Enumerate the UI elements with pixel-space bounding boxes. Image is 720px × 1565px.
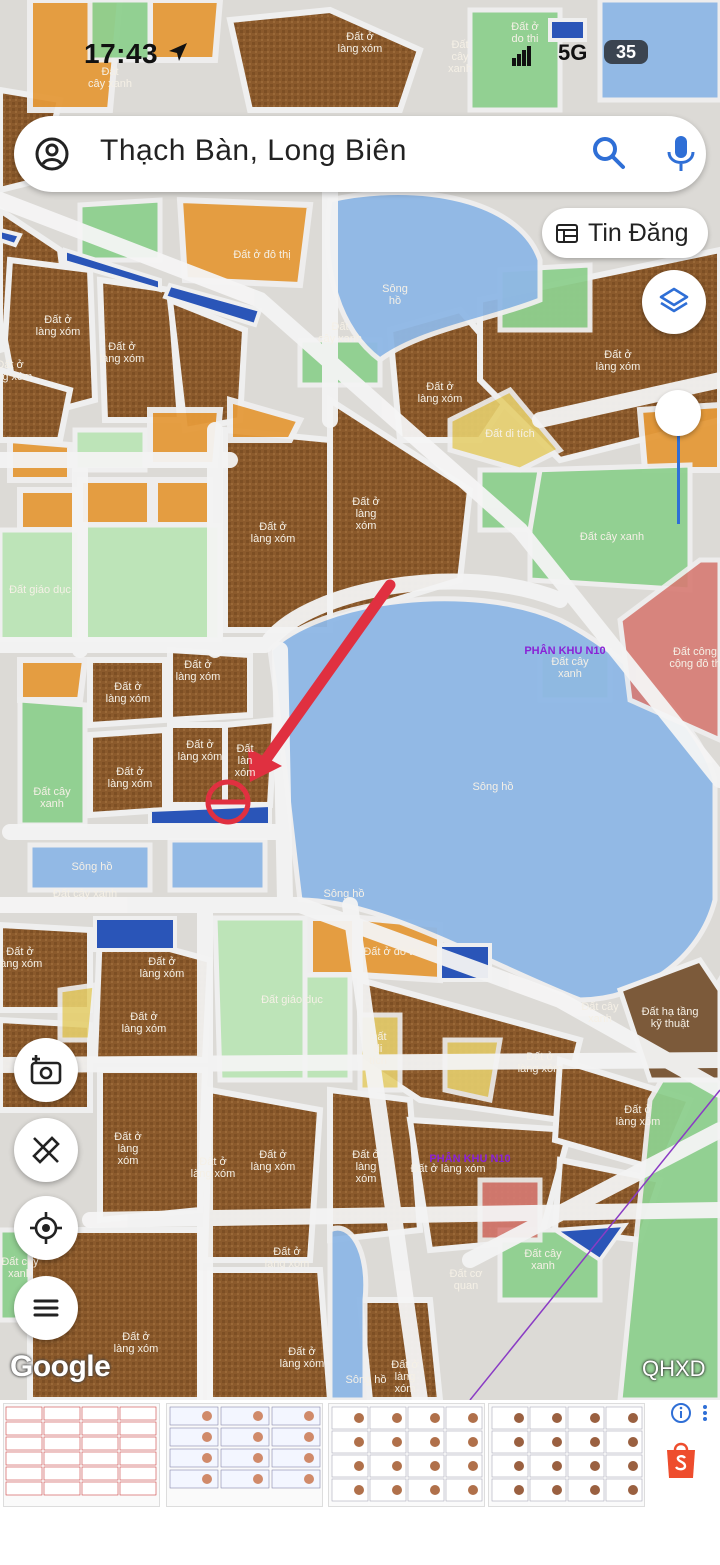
layers-icon [659,287,689,313]
bottom-area [0,1508,720,1565]
my-location-button[interactable] [14,1196,78,1260]
map-label: Đất làn xóm [235,743,256,779]
map-label: Đất ở làng xóm [391,1359,418,1395]
map-label: Đất cây xanh [53,888,117,900]
network-type: 5G [558,40,588,65]
map-label: Sông hồ [346,1374,387,1386]
ad-banner[interactable] [0,1400,720,1508]
map-label: Đất giáo dục [261,994,323,1006]
my-location-icon [30,1212,62,1244]
account-icon[interactable] [34,136,70,172]
map-label: Đất cây xanh [580,531,644,543]
ad-product-image[interactable] [166,1403,323,1507]
ad-thumbnail-graphic [491,1406,643,1502]
source-attribution: QHXD [642,1356,706,1381]
google-attribution: Google [10,1350,111,1383]
status-bar: 17:43 5G 35 [0,0,720,100]
ad-product-image[interactable] [3,1403,160,1507]
menu-button[interactable] [14,1276,78,1340]
calendar-icon [556,224,578,243]
map-label: Sông hồ [473,781,514,793]
map-label: Sông hồ [72,861,113,873]
battery-indicator: 35 [604,40,648,64]
ad-thumbnail-graphic [169,1406,321,1489]
shopee-logo-icon[interactable] [664,1440,698,1480]
camera-button[interactable] [14,1038,78,1102]
tin-dang-label: Tin Đăng [588,219,689,247]
location-services-icon [169,43,187,61]
search-input[interactable]: Thạch Bàn, Long Biên [100,134,407,168]
ad-thumbnail-graphic [331,1406,483,1502]
microphone-icon[interactable] [666,134,696,172]
tin-dang-button[interactable]: Tin Đăng [542,208,708,258]
camera-plus-icon [30,1055,62,1085]
zone-label: PHÂN KHU N10 [429,1152,510,1165]
map-label: Đất ở làng xóm [114,1131,141,1167]
measure-button[interactable] [14,1118,78,1182]
map-label: Đất ở đô thị [233,249,290,261]
menu-icon [33,1299,59,1317]
status-time: 17:43 [84,38,159,69]
map-label: Đất giáo dục [9,584,71,596]
ad-product-image[interactable] [328,1403,485,1507]
search-icon[interactable] [592,136,626,170]
ad-thumbnail-graphic [5,1406,157,1496]
layers-button[interactable] [642,270,706,334]
search-bar[interactable]: Thạch Bàn, Long Biên [14,116,706,192]
map-label: Đất công cộng đô th [669,646,720,670]
cellular-signal-icon [512,46,531,66]
map-label: Đất di tích [485,428,535,440]
map-label: Đất ở đô thị [363,946,420,958]
opacity-slider-handle[interactable] [655,390,701,436]
measure-icon [32,1136,60,1164]
ad-info-icon[interactable] [670,1402,712,1424]
map-label: Đất ở làng xóm [352,496,379,532]
zone-label: PHÂN KHU N10 [524,644,605,657]
map-label: Đất ở làng xóm [352,1149,379,1185]
map-label: Sông hồ [324,888,365,900]
ad-product-image[interactable] [488,1403,645,1507]
map-label: Đất cơ quan [450,1268,483,1292]
